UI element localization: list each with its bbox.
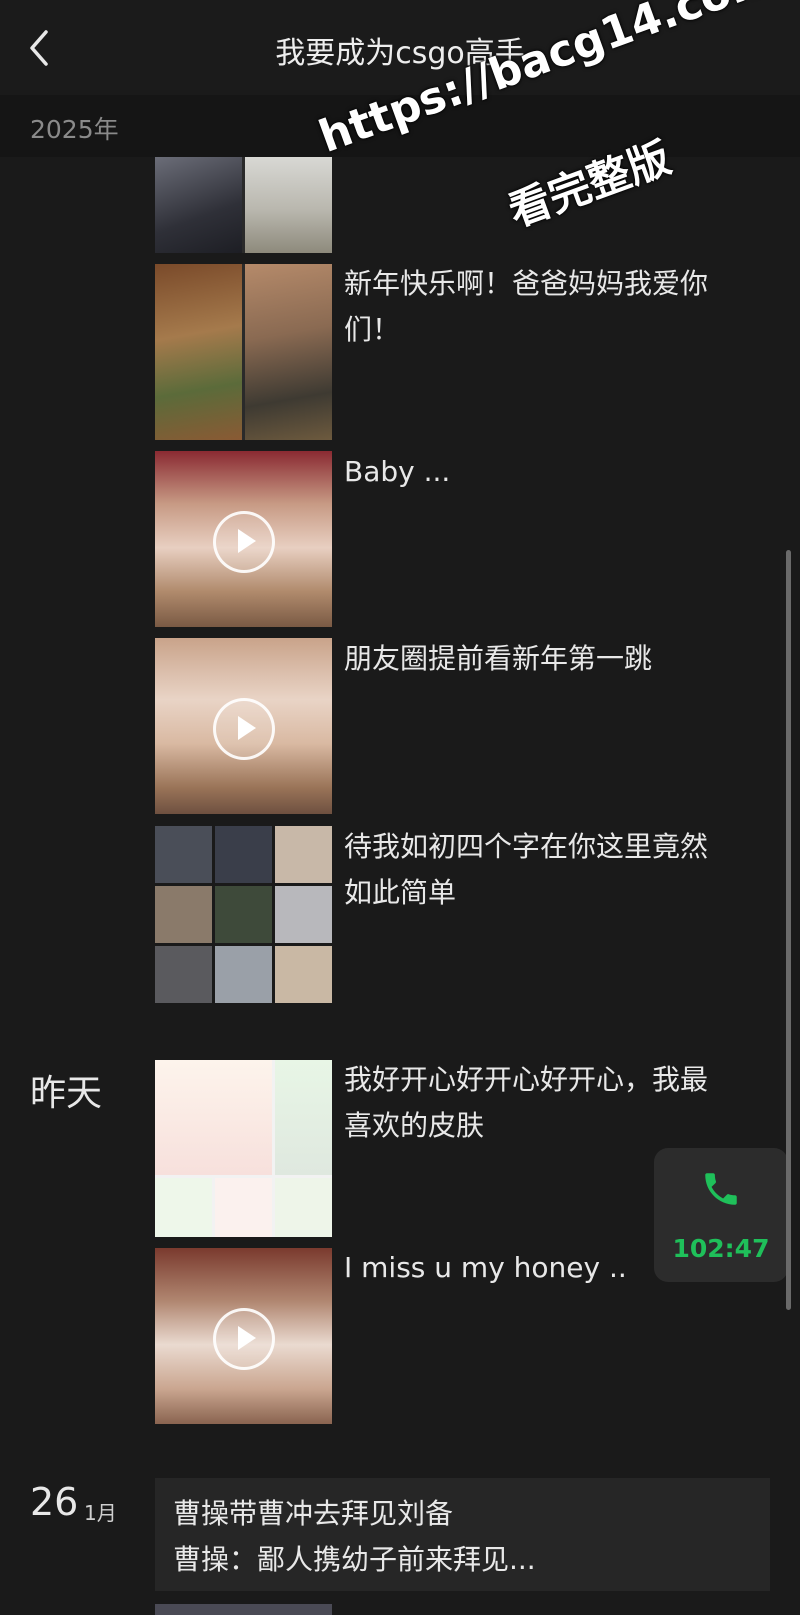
post-media-3[interactable] [155, 451, 332, 627]
year-header: 2025年 [0, 95, 800, 157]
post-media-2[interactable] [155, 264, 332, 440]
text-post[interactable]: 曹操带曹冲去拜见刘备 曹操：鄙人携幼子前来拜见... [155, 1478, 770, 1591]
text-post-line2: 曹操：鄙人携幼子前来拜见... [173, 1543, 536, 1576]
call-float-bubble[interactable]: 102:47 [654, 1148, 788, 1282]
year-label: 2025年 [30, 115, 119, 144]
phone-icon [705, 1173, 737, 1205]
date-label-yesterday: 昨天 [30, 1073, 103, 1114]
post-media-7[interactable] [155, 1248, 332, 1424]
top-bar: 我要成为csgo高手 [0, 0, 800, 90]
post-media-1[interactable] [155, 157, 332, 253]
play-icon [213, 511, 275, 573]
post-text-5: 待我如初四个字在你这里竟然如此简单 [344, 830, 709, 909]
post-text-3: Baby ... [344, 455, 451, 488]
call-duration: 102:47 [672, 1234, 770, 1263]
post-media-5[interactable] [155, 826, 332, 1003]
post-media-6[interactable] [155, 1060, 332, 1237]
text-post-line1: 曹操带曹冲去拜见刘备 [173, 1497, 454, 1530]
post-text-4: 朋友圈提前看新年第一跳 [344, 642, 653, 675]
post-text-6: 我好开心好开心好开心，我最喜欢的皮肤 [344, 1063, 709, 1142]
date-day: 26 [30, 1480, 79, 1524]
post-text-2: 新年快乐啊！爸爸妈妈我爱你们！ [344, 267, 709, 346]
post-media-4[interactable] [155, 638, 332, 814]
play-icon [213, 698, 275, 760]
page-title: 我要成为csgo高手 [275, 36, 525, 71]
play-icon [213, 1308, 275, 1370]
post-media-peek[interactable] [155, 1604, 332, 1615]
scrollbar[interactable] [786, 550, 791, 1310]
date-month: 1月 [84, 1501, 117, 1525]
